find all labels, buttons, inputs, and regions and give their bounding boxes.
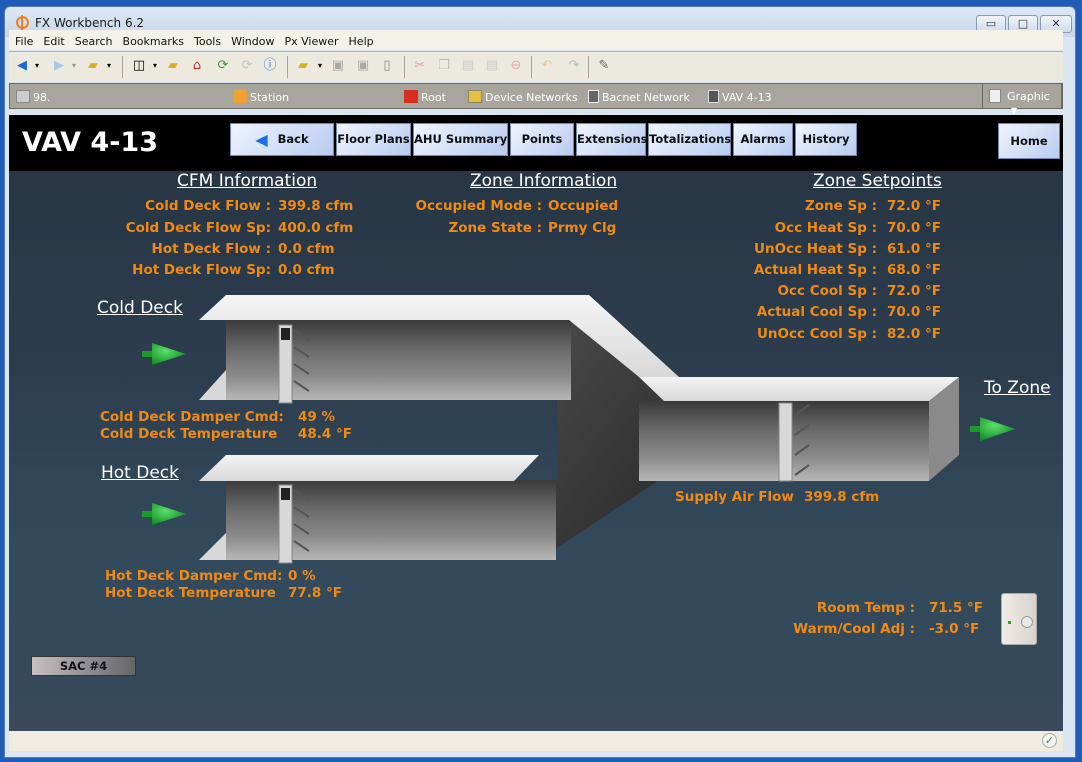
supply-air-flow-label: Supply Air Flow xyxy=(675,489,794,505)
redo-icon: ↷ xyxy=(568,58,580,73)
cold-deck-damper-cmd-value: 49 % xyxy=(298,409,336,425)
hot-deck-damper-cmd-label: Hot Deck Damper Cmd: xyxy=(105,568,283,584)
new-doc-icon[interactable]: ▯ xyxy=(379,58,395,74)
menu-bookmarks[interactable]: Bookmarks xyxy=(117,32,188,48)
home-icon[interactable]: ⌂ xyxy=(189,58,205,74)
window-title: FX Workbench 6.2 xyxy=(35,16,145,30)
app-logo-icon xyxy=(16,15,29,30)
app-window: FX Workbench 6.2 ▭ □ ✕ File Edit Search Boo… xyxy=(0,0,1082,762)
cold-deck-duct xyxy=(226,320,571,400)
side-bar-icon[interactable]: ◫ xyxy=(131,58,147,74)
menu-edit[interactable]: Edit xyxy=(37,32,68,48)
hot-deck-title: Hot Deck xyxy=(101,463,179,483)
warm-cool-adj-value: -3.0 °F xyxy=(929,621,980,637)
menu-bar: File Edit Search Bookmarks Tools Window Px Vie… xyxy=(9,30,1063,50)
hot-deck-temperature-label: Hot Deck Temperature xyxy=(105,585,276,601)
paste-icon: ▤ xyxy=(461,58,475,73)
locator-vav[interactable]: VAV 4-13 xyxy=(708,90,772,104)
back-dropdown-icon[interactable]: ▾ xyxy=(29,58,45,74)
locator-device-networks[interactable]: Device Networks xyxy=(468,90,578,104)
open-folder-icon[interactable]: ▰ xyxy=(295,58,311,74)
undo-icon: ↶ xyxy=(541,58,553,73)
forward-arrow-icon[interactable]: ▶ xyxy=(51,58,67,74)
locator-root[interactable]: Root xyxy=(404,90,446,104)
room-temp-value: 71.5 °F xyxy=(929,600,983,616)
menu-tools[interactable]: Tools xyxy=(188,32,225,48)
locator-station[interactable]: Station xyxy=(233,90,289,104)
menu-search[interactable]: Search xyxy=(69,32,117,48)
refresh-disabled-icon: ⟳ xyxy=(241,58,253,73)
up-folder-icon[interactable]: ▰ xyxy=(85,58,101,74)
thermostat-icon xyxy=(1001,593,1037,645)
menu-help[interactable]: Help xyxy=(343,32,378,48)
menu-window[interactable]: Window xyxy=(225,32,278,48)
supply-flow-sensor xyxy=(778,402,793,482)
chevron-down-icon: ▼ xyxy=(1011,106,1018,115)
device-networks-icon xyxy=(468,90,482,103)
device-icon xyxy=(708,90,719,103)
menu-px-viewer[interactable]: Px Viewer xyxy=(278,32,342,48)
toolbar-separator xyxy=(531,56,532,78)
refresh-icon[interactable]: ⟳ xyxy=(215,58,231,74)
warm-cool-adj-label: Warm/Cool Adj : xyxy=(793,621,915,637)
sac-4-button[interactable]: SAC #4 xyxy=(31,656,136,676)
supply-air-flow-value: 399.8 cfm xyxy=(804,489,880,505)
cold-deck-temperature-value: 48.4 °F xyxy=(298,426,352,442)
toolbar-separator xyxy=(287,56,288,78)
open-dropdown-icon[interactable]: ▾ xyxy=(312,58,328,74)
toolbar-separator xyxy=(404,56,405,78)
delete-icon: ⊖ xyxy=(510,58,522,73)
up-dropdown-icon[interactable]: ▾ xyxy=(101,58,117,74)
root-home-icon xyxy=(404,90,418,103)
cold-deck-damper-cmd-label: Cold Deck Damper Cmd: xyxy=(100,409,284,425)
px-graphic-view: VAV 4-13 ◀ Back Floor Plans AHU Summary … xyxy=(9,115,1063,731)
back-arrow-icon[interactable]: ◀ xyxy=(14,58,30,74)
to-zone-title: To Zone xyxy=(984,378,1051,398)
history-folder-icon[interactable]: ▰ xyxy=(165,58,181,74)
supply-duct-top xyxy=(639,377,959,401)
menu-file[interactable]: File xyxy=(9,32,37,48)
hot-deck-airflow-arrow-icon xyxy=(142,503,186,525)
locator-bar: 98. Station Root Device Networks Bacnet … xyxy=(9,83,1063,115)
paste-special-icon: ▤ xyxy=(485,58,499,73)
hot-deck-duct xyxy=(226,480,556,560)
save-icon: ▣ xyxy=(331,58,345,73)
room-temp-label: Room Temp : xyxy=(816,600,915,616)
copy-icon: ❐ xyxy=(438,58,450,73)
cold-deck-airflow-arrow-icon xyxy=(142,343,186,365)
graphic-view-icon xyxy=(989,89,1001,103)
toolbar: ◀ ▾ ▶ ▾ ▰ ▾ ◫ ▾ ▰ ⌂ ⟳ ⟳ ⓘ ▰ ▾ ▣ ▣ ▯ ✂ ❐ … xyxy=(9,51,1063,81)
side-bar-dropdown-icon[interactable]: ▾ xyxy=(147,58,163,74)
cold-deck-temperature-label: Cold Deck Temperature xyxy=(100,426,278,442)
toolbar-separator xyxy=(588,56,589,78)
view-selector-dropdown[interactable]: Graphic ▼ xyxy=(982,83,1062,115)
host-icon xyxy=(16,90,30,103)
locator-bacnet-network[interactable]: Bacnet Network xyxy=(588,90,690,104)
bacnet-network-icon xyxy=(588,90,599,103)
hot-deck-duct-top xyxy=(199,455,539,481)
station-fox-icon xyxy=(233,90,247,103)
info-icon[interactable]: ⓘ xyxy=(262,58,278,74)
cut-icon: ✂ xyxy=(414,58,426,73)
status-bar: ✓ xyxy=(9,731,1063,751)
hot-deck-damper-cmd-value: 0 % xyxy=(288,568,316,584)
edit-doc-icon[interactable]: ✎ xyxy=(596,58,612,74)
status-ok-check-icon: ✓ xyxy=(1042,733,1057,748)
forward-dropdown-icon[interactable]: ▾ xyxy=(66,58,82,74)
toolbar-separator xyxy=(122,56,123,78)
hot-deck-temperature-value: 77.8 °F xyxy=(288,585,342,601)
supply-airflow-arrow-icon xyxy=(970,417,1015,441)
save-all-icon: ▣ xyxy=(356,58,370,73)
locator-host[interactable]: 98. xyxy=(16,90,51,104)
cold-deck-title: Cold Deck xyxy=(97,298,183,318)
